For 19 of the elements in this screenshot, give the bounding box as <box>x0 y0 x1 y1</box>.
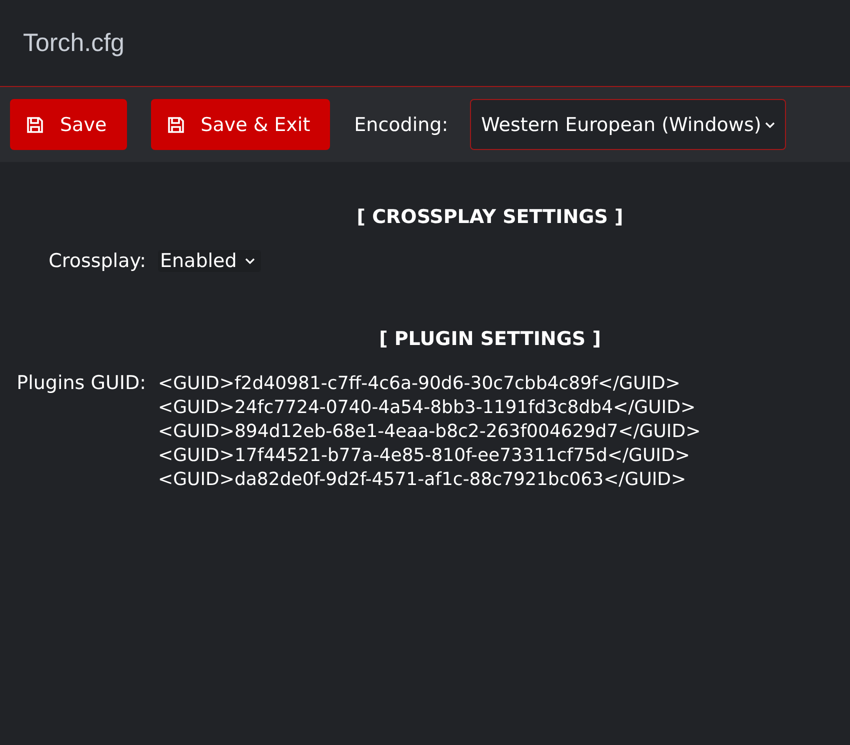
chevron-icon <box>765 120 776 128</box>
crossplay-select[interactable]: Enabled <box>158 250 261 272</box>
guid-line: <GUID>f2d40981-c7ff-4c6a-90d6-30c7cbb4c89f</GUID> <box>158 372 682 396</box>
save-button[interactable]: Save & Exit <box>150 99 330 150</box>
field-label: Plugins GUID: <box>16 372 146 394</box>
save-button[interactable]: Save <box>10 99 127 150</box>
save-icon <box>26 116 44 134</box>
section-heading: [ CROSSPLAY SETTINGS ] <box>356 206 624 228</box>
guid-line: <GUID>24fc7724-0740-4a54-8bb3-1191fd3c8db4</GUID> <box>158 396 697 420</box>
guid-line: <GUID>894d12eb-68e1-4eaa-b8c2-263f004629d7</GUID> <box>158 420 702 444</box>
guid-line: <GUID>17f44521-b77a-4e85-810f-ee73311cf75d</GUID> <box>158 444 691 468</box>
window-title: Torch.cfg <box>23 28 124 58</box>
field-label: Crossplay: <box>48 250 146 272</box>
section-heading: [ PLUGIN SETTINGS ] <box>378 328 602 350</box>
save-icon <box>166 116 185 134</box>
encoding-label: Encoding: <box>354 114 448 136</box>
chevron-icon <box>244 257 255 265</box>
encoding-select[interactable]: Western European (Windows) <box>470 99 786 150</box>
guid-line: <GUID>da82de0f-9d2f-4571-af1c-88c7921bc063</GUID> <box>158 468 688 492</box>
